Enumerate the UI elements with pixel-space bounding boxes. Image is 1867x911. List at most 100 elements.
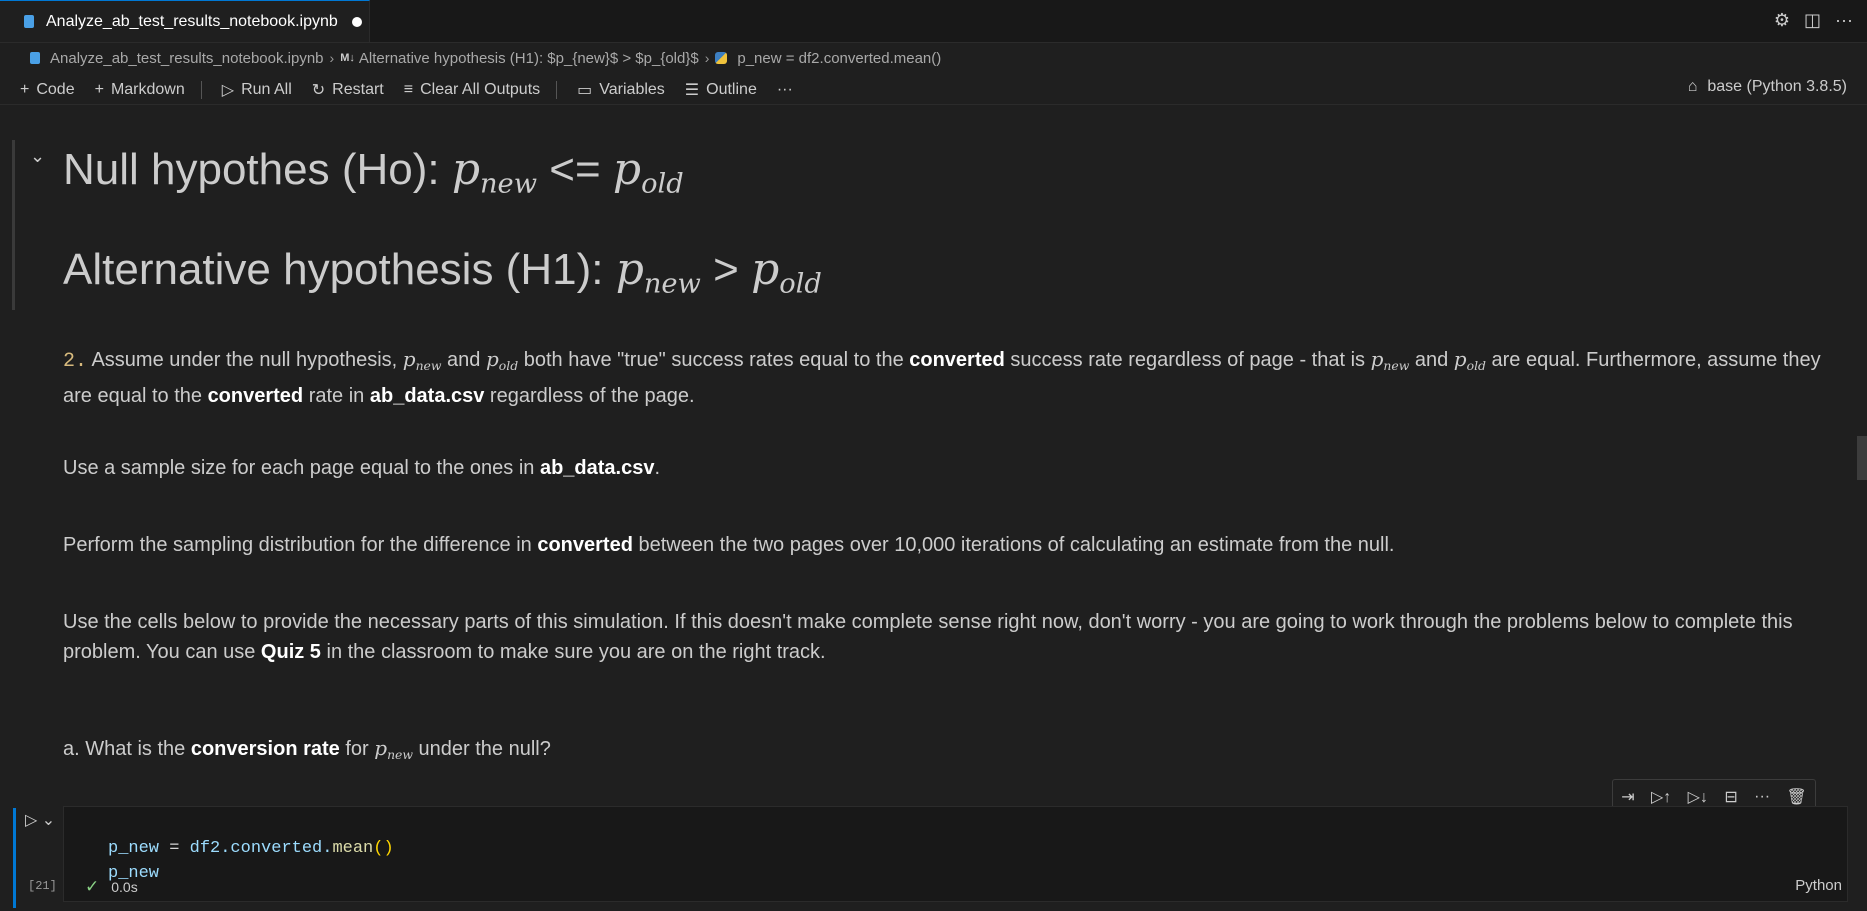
code-parens: () — [373, 839, 394, 858]
math-p: p — [451, 144, 480, 195]
tab-bar: Analyze_ab_test_results_notebook.ipynb ⚙… — [0, 0, 1867, 43]
math-subscript: new — [415, 357, 442, 373]
bold-text: converted — [207, 384, 304, 407]
clear-outputs-button[interactable]: ≡ Clear All Outputs — [404, 81, 540, 99]
paragraph-sample-size: Use a sample size for each page equal to… — [63, 453, 1853, 483]
markdown-icon: M↓ — [340, 52, 355, 64]
kernel-label: base (Python 3.8.5) — [1707, 78, 1847, 95]
text: and — [1409, 349, 1454, 371]
text: success rate regardless of page - that i… — [1004, 349, 1371, 371]
bold-text: Quiz 5 — [260, 641, 321, 663]
text: and — [441, 349, 486, 371]
scrollbar-thumb[interactable] — [1857, 436, 1867, 480]
outline-icon: ☰ — [684, 82, 700, 99]
unsaved-dot-icon[interactable] — [351, 16, 362, 27]
restart-button[interactable]: ↻ Restart — [312, 80, 384, 100]
code-object: df2.converted. — [189, 839, 333, 858]
toolbar-divider — [556, 81, 558, 99]
code-cell-editor[interactable]: p_new = df2.converted.mean() p_new — [63, 806, 1848, 902]
variables-button[interactable]: ▭ Variables — [577, 80, 665, 100]
plus-icon: + — [20, 81, 30, 98]
bold-text: converted — [909, 349, 1005, 371]
heading-null-operator: <= — [537, 145, 613, 194]
bold-text: ab_data.csv — [539, 457, 655, 479]
text: a. What is the — [63, 738, 191, 760]
breadcrumb-file[interactable]: Analyze_ab_test_results_notebook.ipynb — [50, 50, 324, 67]
run-all-label: Run All — [241, 81, 292, 98]
paragraph-question-a: a. What is the conversion rate for pnew … — [63, 733, 1853, 770]
math-p-new: pnew — [374, 736, 413, 762]
code-cell-focus-indicator — [13, 808, 16, 908]
heading-alt-text: Alternative hypothesis (H1): — [63, 245, 616, 294]
outline-button[interactable]: ☰ Outline — [685, 80, 757, 100]
math-p-old: pold — [485, 347, 519, 373]
text: rate in — [303, 384, 370, 407]
chevron-right-icon: › — [329, 50, 335, 66]
math-subscript: new — [643, 268, 701, 300]
trash-icon[interactable]: 🗑 — [1786, 787, 1806, 807]
code-operator: = — [159, 839, 190, 858]
text: Perform the sampling distribution for th… — [63, 534, 538, 556]
text: both have "true" success rates equal to … — [518, 349, 910, 371]
math-p-new: pnew — [451, 144, 537, 200]
math-p: p — [612, 144, 642, 195]
toolbar-divider — [200, 81, 202, 99]
clear-outputs-icon: ≡ — [403, 81, 414, 98]
math-p: p — [1370, 347, 1384, 371]
notebook-file-icon — [24, 15, 34, 28]
add-code-button[interactable]: + Code — [20, 81, 75, 99]
text: Use a sample size for each page equal to… — [63, 457, 540, 479]
more-icon[interactable]: ··· — [1754, 788, 1770, 806]
math-subscript: old — [498, 357, 519, 373]
code-line: p_new = df2.converted.mean() — [108, 839, 394, 858]
text: in the classroom to make sure you are on… — [320, 641, 826, 663]
math-p: p — [615, 244, 644, 295]
more-actions-icon[interactable]: ··· — [1835, 10, 1853, 31]
toolbar-more-button[interactable]: ··· — [777, 81, 793, 99]
math-p-old: pold — [751, 244, 822, 300]
breadcrumb-section[interactable]: Alternative hypothesis (H1): $p_{new}$ >… — [359, 50, 699, 67]
math-subscript: old — [779, 268, 822, 300]
math-p: p — [402, 347, 416, 371]
heading-alt-operator: > — [700, 245, 752, 294]
math-subscript: old — [1466, 357, 1486, 373]
breadcrumb-cell[interactable]: p_new = df2.converted.mean() — [737, 50, 941, 67]
chevron-down-icon[interactable]: ⌄ — [30, 146, 45, 167]
text: for — [339, 738, 375, 760]
bold-text: ab_data.csv — [369, 384, 485, 407]
math-p-new: pnew — [1370, 347, 1410, 373]
plus-icon: + — [94, 81, 104, 98]
math-p-old: pold — [1454, 347, 1486, 373]
breadcrumb: Analyze_ab_test_results_notebook.ipynb ›… — [30, 47, 941, 69]
split-editor-icon[interactable]: ◫ — [1804, 10, 1821, 31]
variables-icon: ▭ — [577, 82, 593, 99]
text: . — [654, 457, 661, 479]
kernel-icon: ⌂ — [1687, 78, 1698, 95]
gear-icon[interactable]: ⚙ — [1774, 10, 1790, 31]
chevron-right-icon: › — [704, 50, 710, 66]
outline-label: Outline — [706, 81, 757, 98]
execute-below-icon[interactable]: ▷↓ — [1688, 787, 1708, 807]
math-subscript: new — [480, 168, 538, 200]
run-cell-button[interactable]: ▷ ⌄ — [25, 810, 55, 830]
editor-actions: ⚙ ◫ ··· — [1774, 10, 1853, 31]
cell-language[interactable]: Python — [1795, 877, 1842, 894]
add-code-label: Code — [36, 81, 75, 98]
execute-above-icon[interactable]: ▷↑ — [1651, 787, 1671, 807]
kernel-picker[interactable]: ⌂ base (Python 3.8.5) — [1688, 78, 1847, 96]
tab-notebook[interactable]: Analyze_ab_test_results_notebook.ipynb — [0, 0, 370, 42]
add-markdown-button[interactable]: + Markdown — [95, 81, 185, 99]
math-p: p — [374, 736, 388, 760]
clear-outputs-label: Clear All Outputs — [420, 81, 541, 98]
math-p-old: pold — [612, 144, 684, 200]
text: under the null? — [412, 738, 551, 760]
run-by-line-icon[interactable]: ⇥ — [1621, 787, 1634, 807]
code-function: mean — [332, 839, 374, 858]
list-number: 2. — [63, 350, 88, 373]
text: regardless of the page. — [484, 384, 695, 407]
notebook-toolbar: + Code + Markdown ▷ Run All ↻ Restart ≡ … — [0, 76, 1867, 105]
math-p: p — [485, 347, 499, 371]
run-all-icon: ▷ — [221, 82, 235, 99]
run-all-button[interactable]: ▷ Run All — [222, 80, 292, 100]
split-cell-icon[interactable]: ⊟ — [1724, 787, 1737, 807]
